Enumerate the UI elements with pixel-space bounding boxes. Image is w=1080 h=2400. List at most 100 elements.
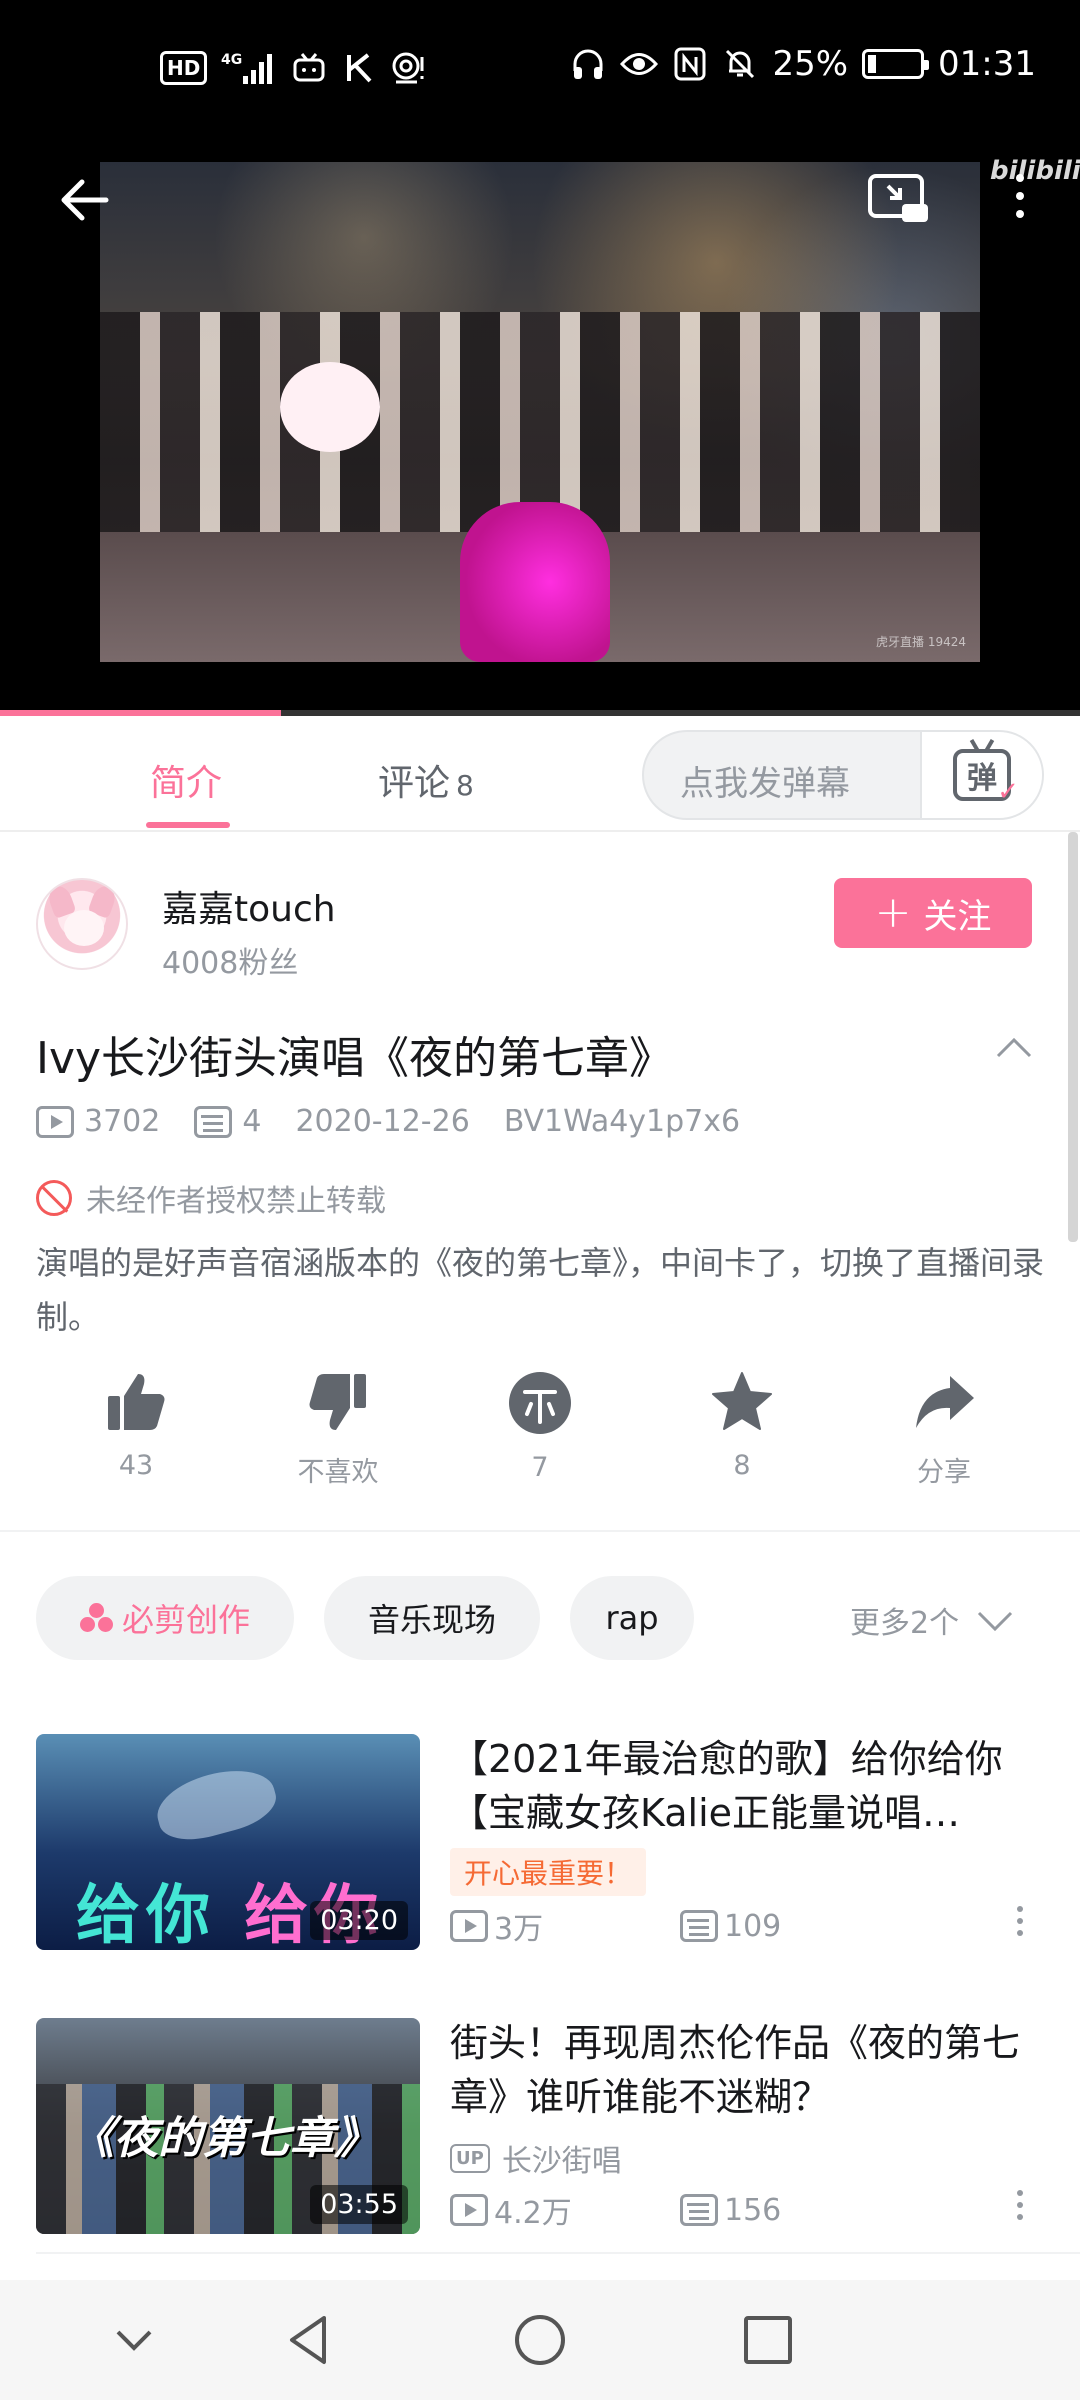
copyright-notice: 未经作者授权禁止转载 [36,1176,386,1220]
like-icon [108,1374,165,1430]
nav-back-button[interactable] [280,2310,340,2370]
related-video-thumbnail[interactable]: 给你 给你 03:20 [36,1734,420,1950]
hd-icon: HD [160,51,208,85]
avatar[interactable] [36,878,128,970]
back-button[interactable] [54,170,114,230]
related-more-button[interactable] [1012,1906,1028,1946]
related-more-button[interactable] [1012,2190,1028,2230]
related-video-title-text: 街头！再现周杰伦作品《夜的第七章》谁听谁能不迷糊？ [450,2021,1021,2119]
uploader-fans: 4008粉丝 [162,946,299,981]
play-count-value: 3702 [84,1104,161,1139]
related-play-count: 3万 [450,1904,543,1948]
chevron-up-icon [996,1037,1032,1058]
related-video-item[interactable]: 《夜的第七章》 03:55 街头！再现周杰伦作品《夜的第七章》谁听谁能不迷糊？ … [0,2004,1080,2244]
like-button[interactable]: 43 [36,1370,236,1481]
tab-intro[interactable]: 简介 [150,754,222,806]
dislike-icon [309,1374,366,1430]
play-count-icon [450,2194,488,2226]
more-tags-button[interactable]: 更多2个 [850,1598,1015,1642]
related-uploader[interactable]: UP 长沙街唱 [450,2136,622,2180]
dislike-label: 不喜欢 [297,1457,379,1488]
k-icon [341,48,377,88]
more-vertical-icon [1016,174,1024,218]
comments-count: 8 [456,769,474,802]
danmaku-placeholder: 点我发弹幕 [680,764,850,804]
network-type-label: 4G [221,52,242,68]
no-repost-icon [36,1180,72,1216]
danmaku-count-icon [680,2194,718,2226]
video-description: 演唱的是好声音宿涵版本的《夜的第七章》，中间卡了，切换了直播间录制。 [36,1244,1045,1336]
tag-music-live[interactable]: 音乐现场 [324,1576,540,1660]
video-watermark: 虎牙直播 19424 [876,635,966,649]
collapse-nav-button[interactable] [104,2310,164,2370]
publish-date: 2020-12-26 [295,1104,470,1139]
video-title: Ivy长沙街头演唱《夜的第七章》 [36,1033,674,1084]
status-left-icons: HD 4G [160,48,427,88]
related-video-title-text: 【2021年最治愈的歌】给你给你【宝藏女孩Kalie正能量说唱… [450,1737,1003,1835]
bvid: BV1Wa4y1p7x6 [503,1104,741,1139]
nav-home-button[interactable] [510,2310,570,2370]
video-frame[interactable]: 虎牙直播 19424 [100,162,980,662]
signal-4g-icon: 4G [221,48,277,88]
danmaku-count: 4 [194,1104,261,1139]
chevron-down-icon [978,1611,1013,1632]
chevron-down-icon [116,2330,152,2351]
system-nav-bar [0,2280,1080,2400]
share-button[interactable]: 分享 [844,1370,1044,1489]
related-video-stats: 3万 109 [450,1904,781,1948]
video-meta: 3702 4 2020-12-26 BV1Wa4y1p7x6 [36,1104,774,1139]
battery-percent: 25% [772,44,849,84]
nfc-icon [672,44,708,84]
related-video-thumbnail[interactable]: 《夜的第七章》 03:55 [36,2018,420,2234]
related-video-title[interactable]: 街头！再现周杰伦作品《夜的第七章》谁听谁能不迷糊？ [450,2016,1044,2124]
coin-button[interactable]: 7 [440,1370,640,1483]
share-icon [916,1376,974,1428]
danmaku-button-label: 弹 [967,761,997,796]
triangle-back-icon [290,2316,326,2364]
thumbnail-text-a: 给你 [76,1879,216,1950]
follow-label: 关注 [923,896,992,937]
video-player[interactable]: 虎牙直播 19424 [0,140,1080,716]
battery-icon [862,49,930,79]
related-danmaku-count: 109 [680,1909,781,1944]
eye-icon [620,44,659,84]
related-play-count-value: 3万 [494,1912,544,1947]
tab-comments-label: 评论 [378,763,451,804]
more-options-button[interactable] [1000,166,1040,226]
play-count-icon [36,1105,74,1138]
danmaku-icon: 弹 ✓ [953,749,1019,807]
scrollbar[interactable] [1068,832,1078,1242]
circle-home-icon [515,2315,565,2365]
follow-button[interactable]: + 关注 [834,878,1032,948]
dislike-button[interactable]: 不喜欢 [238,1370,438,1489]
tag-rap[interactable]: rap [570,1576,694,1660]
status-bar: HD 4G 25% 01:31 [0,0,1080,140]
bijian-icon [79,1603,114,1633]
manta-ray [150,1759,282,1849]
tab-comments[interactable]: 评论 8 [378,754,474,806]
nfc-tag-icon [391,48,427,88]
divider [36,2252,1080,2254]
mute-icon [722,44,758,84]
play-count: 3702 [36,1104,160,1139]
collapse-button[interactable] [994,1032,1034,1062]
play-count-icon [450,1910,488,1942]
related-video-title[interactable]: 【2021年最治愈的歌】给你给你【宝藏女孩Kalie正能量说唱… [450,1732,1044,1840]
uploader-name[interactable]: 嘉嘉touch [162,880,336,932]
mini-window-button[interactable] [866,170,930,226]
related-video-item[interactable]: 给你 给你 03:20 【2021年最治愈的歌】给你给你【宝藏女孩Kalie正能… [0,1720,1080,1960]
danmaku-count-icon [680,1910,718,1942]
favorite-button[interactable]: 8 [642,1370,842,1481]
tag-bijian[interactable]: 必剪创作 [36,1576,294,1660]
singer [460,502,610,662]
danmaku-count-value: 4 [242,1104,262,1139]
avatar-face [64,910,104,946]
square-recents-icon [744,2316,792,2364]
danmaku-input[interactable]: 点我发弹幕 弹 ✓ [642,730,1044,820]
tag-bijian-label: 必剪创作 [121,1601,250,1639]
coin-count: 7 [531,1452,549,1483]
favorite-count: 8 [733,1450,751,1481]
related-video-stats: 4.2万 156 [450,2188,781,2232]
danmaku-toggle-button[interactable]: 弹 ✓ [920,732,1042,818]
nav-recents-button[interactable] [738,2310,798,2370]
